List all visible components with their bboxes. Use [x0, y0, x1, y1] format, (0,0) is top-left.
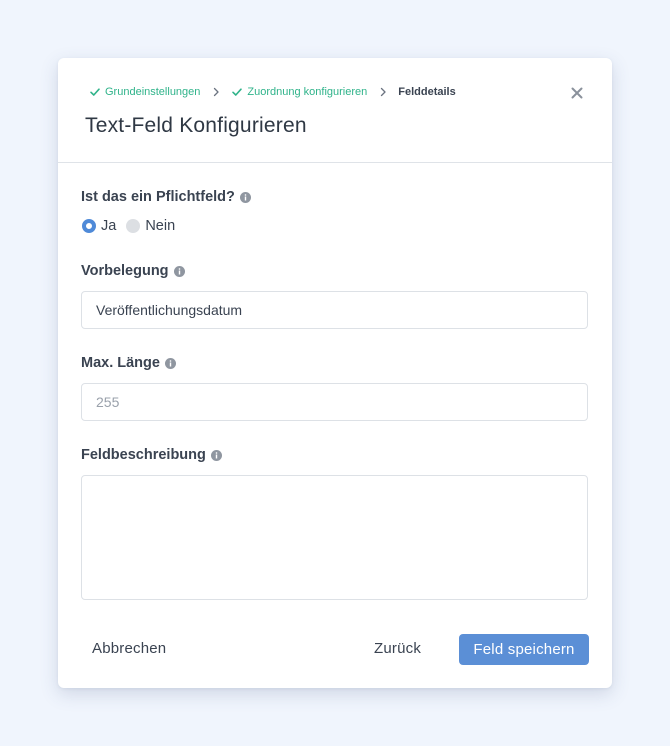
info-icon[interactable]	[164, 357, 176, 369]
check-icon	[232, 88, 243, 96]
max-length-label: Max. Länge	[81, 355, 176, 371]
breadcrumb-step-mapping[interactable]: Zuordnung konfigurieren	[231, 86, 367, 98]
required-radio-group: Ja Nein	[82, 218, 185, 234]
default-value-label-text: Vorbelegung	[81, 263, 169, 279]
breadcrumb-label: Grundeinstellungen	[105, 86, 201, 98]
back-button[interactable]: Zurück	[374, 640, 421, 657]
info-icon[interactable]	[173, 265, 185, 277]
max-length-input[interactable]	[81, 383, 588, 421]
info-icon[interactable]	[239, 191, 251, 203]
chevron-right-icon	[214, 87, 220, 97]
configure-field-dialog: Grundeinstellungen Zuordnung konfigurier…	[58, 58, 612, 688]
dialog-header: Grundeinstellungen Zuordnung konfigurier…	[58, 58, 612, 163]
required-label-text: Ist das ein Pflichtfeld?	[81, 189, 235, 205]
save-field-button[interactable]: Feld speichern	[459, 634, 589, 665]
description-label: Feldbeschreibung	[81, 447, 222, 463]
breadcrumb-step-field-details: Felddetails	[398, 86, 455, 98]
max-length-label-text: Max. Länge	[81, 355, 160, 371]
radio-no-label: Nein	[145, 218, 176, 234]
default-value-label: Vorbelegung	[81, 263, 185, 279]
chevron-right-icon	[381, 87, 386, 97]
breadcrumb-label: Felddetails	[398, 86, 456, 98]
description-label-text: Feldbeschreibung	[81, 447, 206, 463]
breadcrumb: Grundeinstellungen Zuordnung konfigurier…	[89, 86, 456, 98]
description-textarea[interactable]	[81, 475, 588, 600]
radio-yes[interactable]: Ja	[82, 218, 116, 234]
breadcrumb-label: Zuordnung konfigurieren	[247, 86, 368, 98]
info-icon[interactable]	[210, 449, 222, 461]
breadcrumb-step-basic-settings[interactable]: Grundeinstellungen	[89, 86, 200, 98]
radio-yes-label: Ja	[101, 218, 117, 234]
dialog-title: Text-Feld Konfigurieren	[85, 114, 307, 137]
check-icon	[90, 88, 100, 96]
default-value-input[interactable]	[81, 291, 588, 329]
close-icon[interactable]	[570, 86, 584, 100]
radio-selected-indicator[interactable]	[82, 219, 96, 233]
cancel-button[interactable]: Abbrechen	[92, 640, 166, 657]
radio-no[interactable]: Nein	[126, 218, 175, 234]
required-field-label: Ist das ein Pflichtfeld?	[81, 189, 251, 205]
radio-unselected-indicator[interactable]	[126, 219, 141, 233]
